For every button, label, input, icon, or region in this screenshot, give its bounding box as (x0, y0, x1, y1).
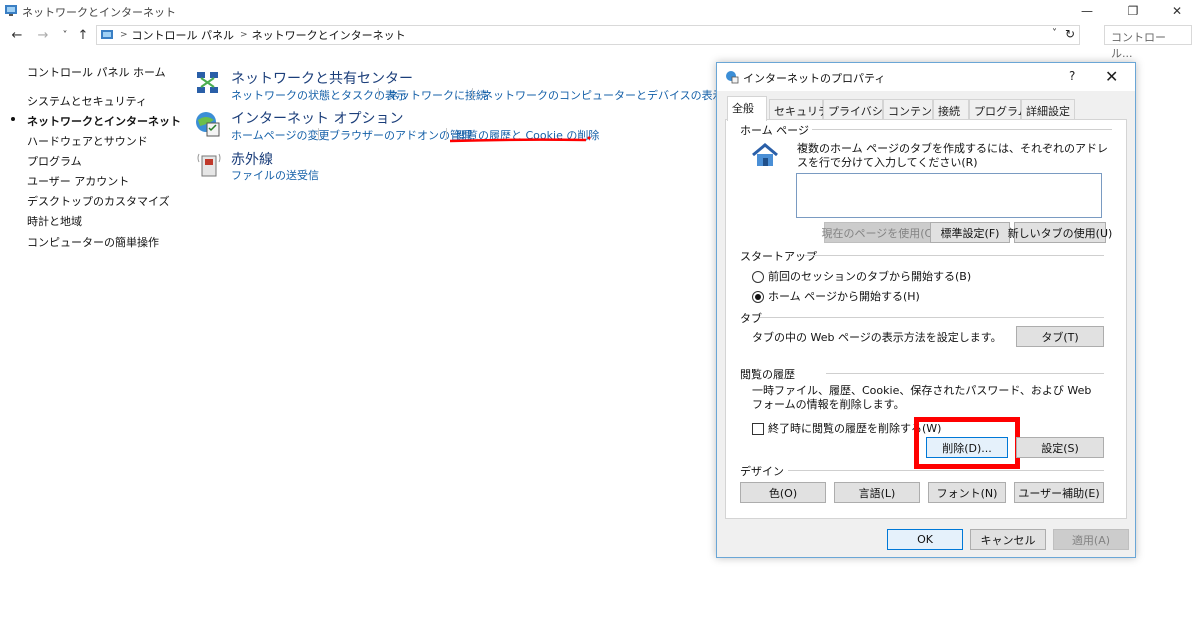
use-new-tab-button[interactable]: 新しいタブの使用(U) (1008, 222, 1112, 243)
house-icon (752, 143, 778, 166)
section-divider (760, 317, 1104, 318)
colors-button[interactable]: 色(O) (740, 482, 826, 503)
section-divider (788, 470, 1104, 471)
history-section-label: 閲覧の履歴 (740, 368, 795, 381)
tab-privacy[interactable]: プライバシー (823, 99, 894, 120)
infrared-title[interactable]: 赤外線 (231, 149, 273, 169)
recent-locations-button[interactable]: ˅ (56, 26, 74, 44)
refresh-icon[interactable]: ↻ (1065, 27, 1075, 41)
sidebar-item-user-accounts[interactable]: ユーザー アカウント (27, 173, 129, 189)
view-network-computers-link[interactable]: ネットワークのコンピューターとデバイスの表示 (482, 87, 724, 103)
tab-programs[interactable]: プログラム (969, 99, 1029, 120)
history-description: 一時ファイル、履歴、Cookie、保存されたパスワード、および Web フォーム… (752, 384, 1092, 411)
help-button[interactable]: ? (1069, 69, 1075, 83)
section-divider (812, 129, 1112, 130)
address-bar[interactable]: > コントロール パネル > ネットワークとインターネット ˅ ↻ (96, 25, 1080, 45)
control-panel-icon (5, 5, 17, 16)
red-underline-annotation (449, 136, 591, 143)
general-tab-panel: ホーム ページ 複数のホーム ページのタブを作成するには、それぞれのアドレスを行… (725, 119, 1127, 519)
ok-button[interactable]: OK (887, 529, 963, 550)
tab-security[interactable]: セキュリティ (769, 99, 839, 120)
link-separator (446, 128, 447, 140)
address-dropdown-icon[interactable]: ˅ (1052, 28, 1057, 39)
homepage-address-field[interactable] (796, 173, 1102, 218)
close-button[interactable]: ✕ (1154, 0, 1200, 22)
breadcrumb-network-internet[interactable]: ネットワークとインターネット (252, 27, 406, 43)
chevron-right-icon: > (240, 30, 248, 40)
sidebar-item-appearance[interactable]: デスクトップのカスタマイズ (27, 193, 170, 209)
start-previous-session-label: 前回のセッションのタブから開始する(B) (768, 270, 972, 283)
breadcrumb-control-panel[interactable]: コントロール パネル (132, 27, 235, 43)
back-button[interactable]: ← (8, 26, 26, 44)
apply-button[interactable]: 適用(A) (1053, 529, 1129, 550)
tabs-settings-button[interactable]: タブ(T) (1016, 326, 1104, 347)
design-section-label: デザイン (740, 465, 784, 478)
maximize-button[interactable]: ❐ (1110, 0, 1156, 22)
send-receive-files-link[interactable]: ファイルの送受信 (231, 167, 319, 183)
chevron-right-icon: > (120, 30, 128, 40)
tab-connections[interactable]: 接続 (933, 99, 969, 120)
tab-content[interactable]: コンテンツ (883, 99, 943, 120)
dialog-close-button[interactable]: ✕ (1105, 67, 1118, 86)
network-sharing-icon (197, 72, 218, 93)
startup-section-label: スタートアップ (740, 250, 817, 263)
sidebar-home-link[interactable]: コントロール パネル ホーム (27, 64, 166, 80)
start-previous-session-radio[interactable] (752, 271, 764, 283)
control-panel-icon (101, 30, 113, 39)
use-default-button[interactable]: 標準設定(F) (930, 222, 1010, 243)
minimize-button[interactable]: — (1064, 0, 1110, 22)
window-title: ネットワークとインターネット (22, 6, 176, 19)
up-button[interactable]: ↑ (74, 26, 92, 44)
internet-properties-dialog: インターネットのプロパティ ? ✕ 全般 セキュリティ プライバシー コンテンツ… (716, 62, 1136, 558)
search-input[interactable]: コントロール... (1104, 25, 1192, 60)
sidebar-item-hardware-sound[interactable]: ハードウェアとサウンド (27, 133, 148, 149)
change-homepage-link[interactable]: ホームページの変更 (231, 127, 329, 143)
section-divider (804, 255, 1104, 256)
homepage-description: 複数のホーム ページのタブを作成するには、それぞれのアドレスを行で分けて入力して… (797, 142, 1108, 169)
sidebar-item-programs[interactable]: プログラム (27, 153, 82, 169)
forward-button[interactable]: → (34, 26, 52, 44)
accessibility-button[interactable]: ユーザー補助(E) (1014, 482, 1104, 503)
internet-options-icon (196, 112, 220, 137)
tab-general[interactable]: 全般 (727, 96, 767, 121)
link-separator (318, 128, 319, 140)
tabs-section-label: タブ (740, 312, 762, 325)
section-divider (826, 373, 1104, 374)
start-homepage-radio[interactable] (752, 291, 764, 303)
homepage-section-label: ホーム ページ (740, 124, 809, 137)
internet-options-icon (726, 71, 739, 84)
tabs-description: タブの中の Web ページの表示方法を設定します。 (752, 331, 1002, 344)
sidebar-item-network-internet[interactable]: ネットワークとインターネット (27, 113, 181, 129)
tab-advanced[interactable]: 詳細設定 (1021, 99, 1075, 120)
sidebar-item-system-security[interactable]: システムとセキュリティ (27, 93, 147, 109)
start-homepage-label: ホーム ページから開始する(H) (768, 290, 920, 303)
internet-options-title[interactable]: インターネット オプション (231, 108, 403, 128)
network-sharing-center-title[interactable]: ネットワークと共有センター (231, 68, 413, 88)
delete-on-exit-checkbox[interactable] (752, 423, 764, 435)
cancel-button[interactable]: キャンセル (970, 529, 1046, 550)
navigation-bar: ← → ˅ ↑ > コントロール パネル > ネットワークとインターネット ˅ … (0, 22, 1200, 60)
title-bar: ネットワークとインターネット — ❐ ✕ (0, 0, 1200, 22)
history-settings-button[interactable]: 設定(S) (1016, 437, 1104, 458)
languages-button[interactable]: 言語(L) (834, 482, 920, 503)
view-network-status-link[interactable]: ネットワークの状態とタスクの表示 (231, 87, 407, 103)
use-current-button[interactable]: 現在のページを使用(C) (821, 222, 937, 243)
delete-history-button[interactable]: 削除(D)... (926, 437, 1008, 458)
link-separator (378, 88, 379, 100)
sidebar-item-ease-of-access[interactable]: コンピューターの簡単操作 (27, 234, 159, 250)
dialog-title-bar: インターネットのプロパティ ? ✕ (717, 63, 1135, 91)
infrared-icon (197, 153, 221, 177)
link-separator (472, 88, 473, 100)
dialog-title: インターネットのプロパティ (743, 72, 886, 85)
fonts-button[interactable]: フォント(N) (928, 482, 1006, 503)
active-bullet-icon (11, 117, 15, 121)
sidebar-item-clock-region[interactable]: 時計と地域 (27, 213, 82, 229)
